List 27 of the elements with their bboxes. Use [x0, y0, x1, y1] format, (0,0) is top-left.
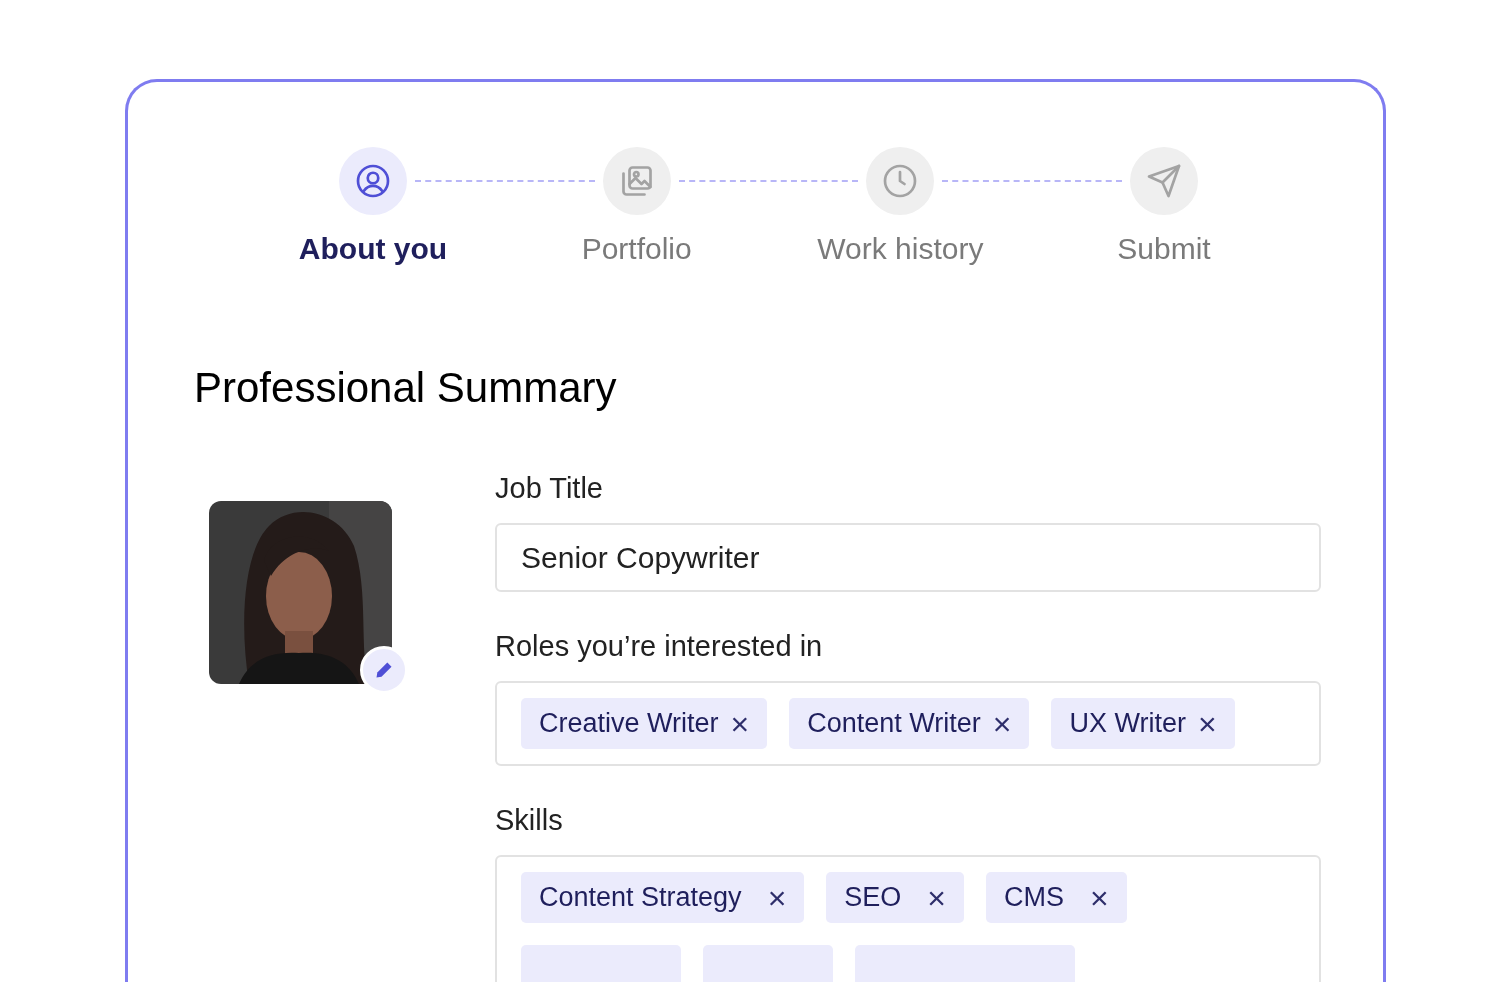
tag-input-field[interactable]: Content Strategy × SEO × CMS ×: [495, 855, 1321, 982]
step-label[interactable]: Submit: [1117, 232, 1211, 266]
step-label[interactable]: Portfolio: [581, 232, 692, 266]
tag-chip: UX Writer ×: [1051, 698, 1235, 749]
tag-chip: CMS ×: [986, 872, 1127, 923]
tag-chip: Content Writer ×: [789, 698, 1030, 749]
remove-tag-button[interactable]: ×: [927, 881, 947, 914]
section-heading: Professional Summary: [194, 364, 618, 412]
tag-chip: Content Strategy ×: [521, 872, 805, 923]
remove-tag-button[interactable]: ×: [767, 881, 787, 914]
clock-icon: [882, 163, 919, 199]
tag-input-field[interactable]: Creative Writer × Content Writer × UX Writer ×: [495, 681, 1321, 766]
remove-tag-button[interactable]: ×: [730, 707, 750, 740]
tag-chip: SEO ×: [826, 872, 965, 923]
remove-tag-button[interactable]: ×: [1090, 881, 1109, 914]
pencil-icon: [374, 660, 394, 680]
field-label: Roles you’re interested in: [495, 630, 824, 663]
field-label: Job Title: [495, 472, 604, 505]
step-label[interactable]: Work history: [817, 232, 984, 266]
tag-chip: Creative Writer ×: [521, 698, 768, 749]
step-label[interactable]: About you: [298, 232, 448, 266]
remove-tag-button[interactable]: ×: [992, 707, 1012, 740]
user-icon: [355, 163, 391, 199]
field-label: Skills: [495, 804, 564, 837]
job-title-field[interactable]: Senior Copywriter: [495, 523, 1321, 592]
remove-tag-button[interactable]: ×: [1198, 707, 1217, 740]
send-icon: [1146, 163, 1182, 199]
